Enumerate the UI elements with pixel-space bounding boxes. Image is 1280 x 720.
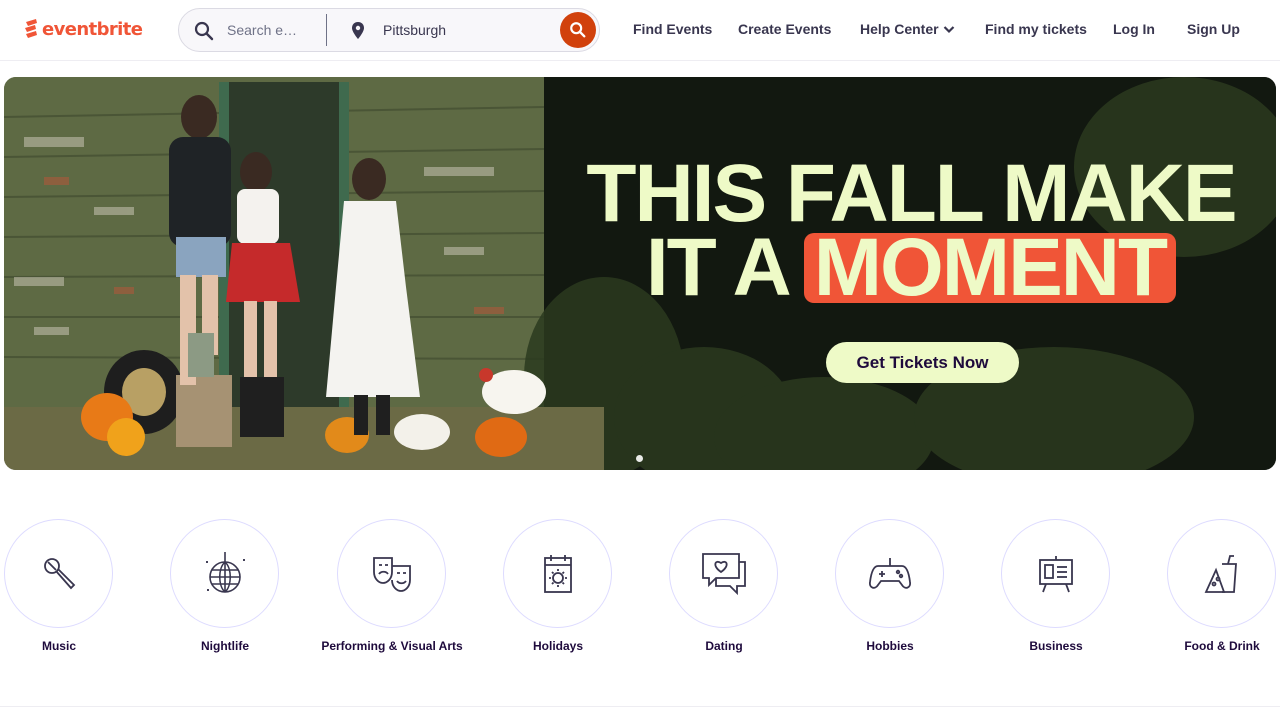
category-icon-circle [170, 519, 279, 628]
logo-text: eventbrite [42, 18, 143, 40]
top-navbar: eventbrite Search events Pittsburgh Find… [0, 0, 1280, 61]
theater-masks-icon [372, 556, 411, 592]
category-label: Nightlife [201, 639, 249, 653]
location-input[interactable]: Pittsburgh [383, 22, 446, 38]
category-label: Hobbies [866, 639, 914, 653]
category-icon-circle [4, 519, 113, 628]
carousel-dots [636, 455, 643, 462]
category-label: Holidays [532, 639, 583, 653]
category-holidays[interactable]: Holidays [503, 519, 613, 653]
hero-banner[interactable]: THIS FALL MAKE IT A MOMENT Get Tickets N… [4, 77, 1276, 470]
headline-line-2: IT A MOMENT [581, 222, 1241, 313]
category-hobbies[interactable]: Hobbies [835, 519, 945, 653]
chevron-down-icon[interactable] [943, 25, 955, 34]
category-music[interactable]: Music [4, 519, 114, 653]
category-label: Food & Drink [1184, 639, 1260, 653]
search-bar: Search events Pittsburgh [178, 8, 600, 52]
nav-sign-up[interactable]: Sign Up [1187, 21, 1240, 37]
category-icon-circle [503, 519, 612, 628]
category-nightlife[interactable]: Nightlife [170, 519, 280, 653]
carousel-dot[interactable] [636, 455, 643, 462]
headline-line-2-prefix: IT A [645, 222, 792, 313]
banner-headline: THIS FALL MAKE IT A MOMENT [581, 148, 1241, 313]
category-label: Music [41, 639, 76, 653]
eventbrite-logo-mark-icon [25, 19, 37, 38]
category-icon-circle [1167, 519, 1276, 628]
presentation-board-icon [1038, 555, 1073, 592]
eventbrite-logo[interactable]: eventbrite [24, 17, 143, 41]
calendar-sun-icon [543, 554, 572, 593]
headline-line-1: THIS FALL MAKE [586, 148, 1237, 239]
get-tickets-button[interactable]: Get Tickets Now [826, 342, 1019, 383]
gamepad-icon [868, 557, 911, 589]
search-icon [570, 22, 586, 38]
category-label: Dating [705, 639, 743, 653]
nav-find-events[interactable]: Find Events [633, 21, 712, 37]
nav-find-my-tickets[interactable]: Find my tickets [985, 21, 1087, 37]
headline-highlight: MOMENT [803, 227, 1177, 309]
category-business[interactable]: Business [1001, 519, 1111, 653]
search-icon [194, 21, 214, 41]
microphone-icon [43, 557, 75, 589]
disco-ball-icon [205, 551, 245, 593]
chat-heart-icon [701, 552, 746, 595]
category-icon-circle [669, 519, 778, 628]
category-performing-visual-arts[interactable]: Performing & Visual Arts [321, 519, 463, 653]
search-input[interactable]: Search events [227, 22, 303, 40]
search-divider [326, 14, 327, 46]
section-divider [0, 706, 1280, 707]
category-dating[interactable]: Dating [669, 519, 779, 653]
location-pin-icon [352, 22, 364, 39]
category-label: Performing & Visual Arts [321, 639, 463, 653]
nav-create-events[interactable]: Create Events [738, 21, 831, 37]
category-food-drink[interactable]: Food & Drink [1167, 519, 1277, 653]
category-label: Business [1029, 639, 1083, 653]
category-icon-circle [835, 519, 944, 628]
food-drink-icon [1204, 554, 1237, 593]
nav-log-in[interactable]: Log In [1113, 21, 1155, 37]
category-icon-circle [1001, 519, 1110, 628]
category-icon-circle [337, 519, 446, 628]
nav-help-center[interactable]: Help Center [860, 21, 939, 37]
search-button[interactable] [560, 12, 596, 48]
